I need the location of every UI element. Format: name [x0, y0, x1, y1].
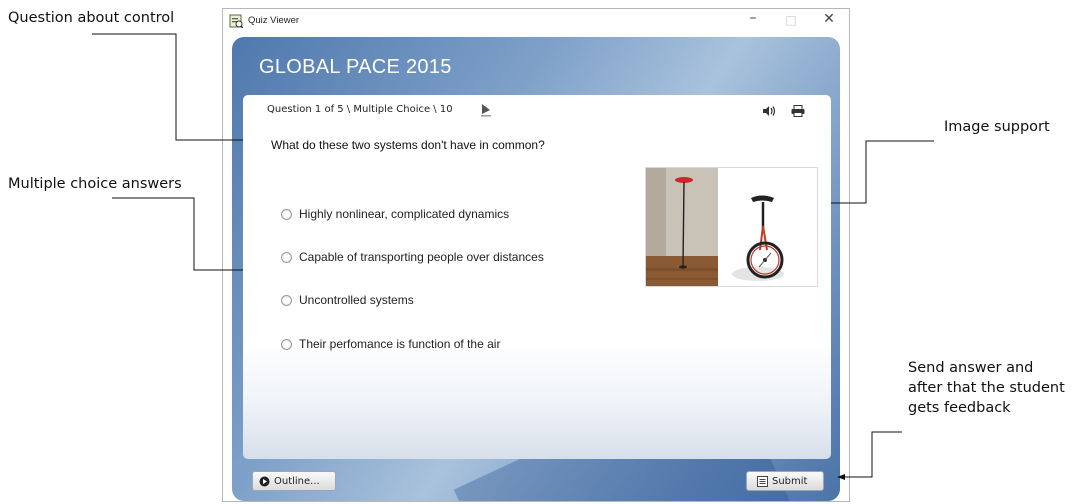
- quiz-player: GLOBAL PACE 2015 Question 1 of 5 \ Multi…: [232, 37, 840, 501]
- submit-button-label: Submit: [772, 475, 808, 487]
- annotation-image-support: Image support: [944, 119, 1050, 135]
- submit-list-icon: [757, 475, 768, 487]
- answer-label: Their perfomance is function of the air: [299, 337, 501, 351]
- audio-icon[interactable]: [762, 105, 776, 117]
- annotation-multiple-choice-answers: Multiple choice answers: [8, 176, 182, 192]
- window-title: Quiz Viewer: [248, 15, 300, 26]
- answer-option-2[interactable]: Capable of transporting people over dist…: [281, 248, 544, 266]
- print-icon[interactable]: [791, 105, 805, 117]
- answer-label: Highly nonlinear, complicated dynamics: [299, 207, 510, 221]
- course-title: GLOBAL PACE 2015: [259, 56, 452, 78]
- quiz-viewer-app-icon: [229, 14, 243, 28]
- question-slide: Question 1 of 5 \ Multiple Choice \ 10 W…: [243, 95, 831, 459]
- question-text: What do these two systems don't have in …: [271, 138, 545, 152]
- close-button[interactable]: ✕: [815, 11, 843, 31]
- radio-button[interactable]: [281, 208, 292, 220]
- radio-button[interactable]: [281, 338, 292, 350]
- play-icon[interactable]: [480, 103, 492, 117]
- minimize-button[interactable]: –: [739, 10, 767, 30]
- question-info: Question 1 of 5 \ Multiple Choice \ 10: [267, 104, 453, 115]
- radio-button[interactable]: [281, 294, 292, 306]
- submit-button[interactable]: Submit: [746, 471, 824, 491]
- annotation-send-answer: Send answer and after that the student g…: [908, 358, 1065, 418]
- outline-button-label: Outline...: [274, 475, 320, 487]
- answer-label: Uncontrolled systems: [299, 293, 414, 307]
- annotation-question-about-control: Question about control: [8, 10, 175, 26]
- maximize-button[interactable]: □: [777, 13, 805, 33]
- annotation-send-line-2: after that the student: [908, 380, 1065, 396]
- radio-button[interactable]: [281, 251, 292, 263]
- answer-option-1[interactable]: Highly nonlinear, complicated dynamics: [281, 205, 509, 223]
- answer-label: Capable of transporting people over dist…: [299, 250, 544, 264]
- support-image: [645, 167, 818, 287]
- answer-option-4[interactable]: Their perfomance is function of the air: [281, 335, 500, 353]
- pendulum-unicycle-photo: [646, 168, 817, 286]
- title-bar[interactable]: Quiz Viewer – □ ✕: [223, 9, 849, 35]
- outline-button[interactable]: Outline...: [252, 471, 336, 491]
- outline-play-icon: [259, 476, 270, 486]
- answer-option-3[interactable]: Uncontrolled systems: [281, 291, 414, 309]
- annotation-send-line-3: gets feedback: [908, 400, 1011, 416]
- annotation-send-line-1: Send answer and: [908, 360, 1034, 376]
- quiz-viewer-window: Quiz Viewer – □ ✕ GLOBAL PACE 2015 Quest…: [222, 8, 850, 502]
